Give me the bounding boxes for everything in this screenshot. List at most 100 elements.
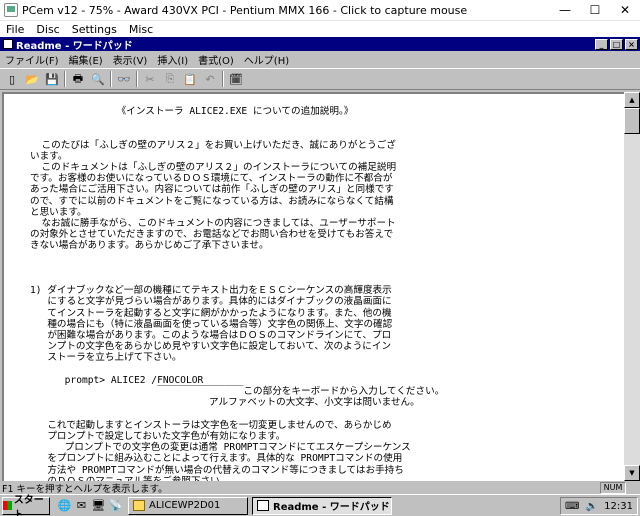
paste-icon[interactable]: 📋	[180, 70, 200, 88]
print-icon[interactable]: 🖶	[68, 70, 88, 88]
task-button-alicewp2d01[interactable]: ALICEWP2D01	[128, 496, 248, 515]
ie-icon[interactable]: 🌐	[56, 497, 73, 514]
guest-screen: Readme - ワードパッド _ □ × ファイル(F) 編集(E) 表示(V…	[0, 37, 640, 516]
host-window-title: PCem v12 - 75% - Award 430VX PCI - Penti…	[22, 3, 468, 17]
status-message: F1 キーを押すとヘルプを表示します。	[2, 483, 168, 495]
save-icon[interactable]: 💾	[42, 70, 62, 88]
host-title-bar: PCem v12 - 75% - Award 430VX PCI - Penti…	[0, 0, 640, 21]
new-icon[interactable]: ▯	[2, 70, 22, 88]
desktop-icon[interactable]: 🖥	[90, 497, 107, 514]
document-line: このドキュメントは「ふしぎの壁のアリス２」のインストーラについての補足説明	[30, 162, 397, 174]
document-line: ので、すでに以前のドキュメントをご覧になっている方は、お読みにならなくて結構	[30, 195, 394, 207]
scroll-thumb[interactable]	[624, 108, 640, 134]
vertical-scrollbar[interactable]: ▲ ▼	[624, 92, 640, 481]
document-line: 方法や PROMPTコマンドが無い場合の代替えのコマンド等につきましてはお手持ち	[30, 464, 404, 476]
outlook-icon[interactable]: ✉	[73, 497, 90, 514]
toolbar-separator	[220, 70, 226, 88]
host-minimize-button[interactable]: —	[550, 0, 580, 20]
host-menu-file[interactable]: File	[0, 23, 30, 36]
document-line: です。お客様のお使いになっているＤＯＳ環境にて、インストーラの動作に不都合が	[30, 173, 393, 185]
wordpad-icon	[3, 39, 13, 49]
document-line: 1) ダイナブックなど一部の機種にてテキスト出力をＥＳＣシーケンスの高輝度表示	[30, 285, 392, 297]
host-menu-disc[interactable]: Disc	[30, 23, 65, 36]
wordpad-close-button[interactable]: ×	[625, 38, 638, 50]
pcem-app-icon	[4, 3, 18, 17]
host-menu-misc[interactable]: Misc	[123, 23, 159, 36]
document-line: プロンプトで設定しておいた文字色が有効になります。	[30, 430, 286, 442]
document-line: 種の場合にも（特に液晶画面を使っている場合等）文字色の関係上、文字の確認	[30, 318, 393, 330]
clock[interactable]: 12:31	[604, 501, 633, 512]
document-line: このたびは「ふしぎの壁のアリス２」をお買い上げいただき、誠にありがとうござ	[30, 139, 396, 151]
document-line: あった場合にご活用下さい。内容については前作「ふしぎの壁のアリス」と同様です	[30, 184, 394, 196]
menu-view[interactable]: 表示(V)	[108, 52, 153, 67]
task-label: Readme - ワードパッド	[273, 502, 390, 513]
document-text[interactable]: 《インストーラ ALICE2.EXE についての追加説明。》 このたびは「ふしぎ…	[4, 94, 624, 481]
system-tray: ⌨ 🔊 12:31	[560, 497, 638, 515]
document-area[interactable]: 《インストーラ ALICE2.EXE についての追加説明。》 このたびは「ふしぎ…	[2, 92, 624, 481]
scroll-up-arrow-icon[interactable]: ▲	[624, 92, 640, 108]
insert-datetime-icon[interactable]: 🗓	[226, 70, 246, 88]
copy-icon: ⎘	[165, 72, 175, 85]
toolbar: ▯ 📂 💾 🖶 🔍 👓 ✂ ⎘ 📋 ↶ 🗓	[0, 68, 640, 90]
host-menu-bar: File Disc Settings Misc	[0, 21, 640, 37]
toolbar-separator	[108, 70, 114, 88]
start-button[interactable]: スタート	[2, 495, 50, 516]
volume-icon[interactable]: 🔊	[586, 501, 598, 512]
open-icon[interactable]: 📂	[22, 70, 42, 88]
quick-launch: 🌐 ✉ 🖥 📡	[56, 497, 124, 514]
menu-file[interactable]: ファイル(F)	[0, 52, 64, 67]
document-line: prompt> ALICE2 /FNOCOLOR	[30, 374, 204, 386]
status-bar: F1 キーを押すとヘルプを表示します。 NUM	[0, 481, 640, 495]
windows-logo-icon	[3, 501, 12, 510]
menu-help[interactable]: ヘルプ(H)	[239, 52, 294, 67]
document-line: ￣￣￣￣￣￣￣￣￣この部分をキーボードから入力してください。	[30, 386, 445, 398]
host-close-button[interactable]: ✕	[610, 0, 640, 20]
document-line: います。	[30, 150, 68, 162]
document-line: てインストーラを起動すると文字に網がかかったようになります。また、他の機	[30, 307, 392, 319]
menu-format[interactable]: 書式(O)	[193, 52, 239, 67]
host-maximize-button[interactable]: ☐	[580, 0, 610, 20]
cut-icon: ✂	[145, 72, 155, 86]
find-icon[interactable]: 👓	[114, 70, 134, 88]
wordpad-maximize-button[interactable]: □	[610, 38, 623, 50]
document-line: にすると文字が見づらい場合があります。具体的にはダイナブックの液晶画面に	[30, 296, 392, 308]
document-line: なお誠に勝手ながら、このドキュメントの内容につきましては、ユーザーサポート	[30, 218, 396, 230]
wordpad-title-bar: Readme - ワードパッド _ □ ×	[0, 37, 640, 52]
toolbar-separator	[62, 70, 68, 88]
document-line: これで起動しますとインストーラは文字色を一切変更しませんので、あらかじめ	[30, 419, 392, 431]
undo-icon: ↶	[205, 72, 215, 86]
document-line: 《インストーラ ALICE2.EXE についての追加説明。》	[30, 106, 354, 117]
document-line: と思います。	[30, 206, 87, 218]
channels-icon[interactable]: 📡	[107, 497, 124, 514]
document-line: をプロンプトに組み込むことによって行えます。具体的な PROMPTコマンドの使用	[30, 453, 403, 465]
scroll-down-arrow-icon[interactable]: ▼	[624, 465, 640, 481]
print-preview-icon[interactable]: 🔍	[88, 70, 108, 88]
document-line: が困難な場合があります。このような場合はＤＯＳのコマンドラインにて、プロ	[30, 330, 392, 342]
host-menu-settings[interactable]: Settings	[66, 23, 123, 36]
num-lock-indicator: NUM	[600, 481, 626, 494]
wordpad-window-title: Readme - ワードパッド	[16, 40, 133, 52]
menu-edit[interactable]: 編集(E)	[64, 52, 108, 67]
menu-insert[interactable]: 挿入(I)	[152, 52, 193, 67]
folder-icon	[133, 500, 145, 511]
document-line: プロンプトでの文字色の変更は通常 PROMPTコマンドにてエスケープシーケンス	[30, 442, 411, 454]
toolbar-separator	[134, 70, 140, 88]
wordpad-menu-bar: ファイル(F) 編集(E) 表示(V) 挿入(I) 書式(O) ヘルプ(H)	[0, 51, 640, 67]
document-line: きない場合があります。あらかじめご了承下さいませ。	[30, 240, 269, 252]
wordpad-minimize-button[interactable]: _	[595, 38, 608, 50]
document-line: ンプトの文字色をあらかじめ見やすい文字色に設定しておいて、次のようにイン	[30, 341, 392, 353]
task-button-wordpad[interactable]: Readme - ワードパッド	[252, 496, 392, 515]
ime-icon[interactable]: ⌨	[565, 501, 579, 512]
document-line: アルファベットの大文字、小文字は問いません。	[30, 397, 420, 409]
document-line: ストーラを立ち上げて下さい。	[30, 352, 182, 364]
taskbar: スタート 🌐 ✉ 🖥 📡 ALICEWP2D01 Readme - ワードパッド ⌨ …	[0, 494, 640, 516]
start-label: スタート	[13, 494, 44, 516]
wordpad-doc-icon	[257, 500, 269, 511]
